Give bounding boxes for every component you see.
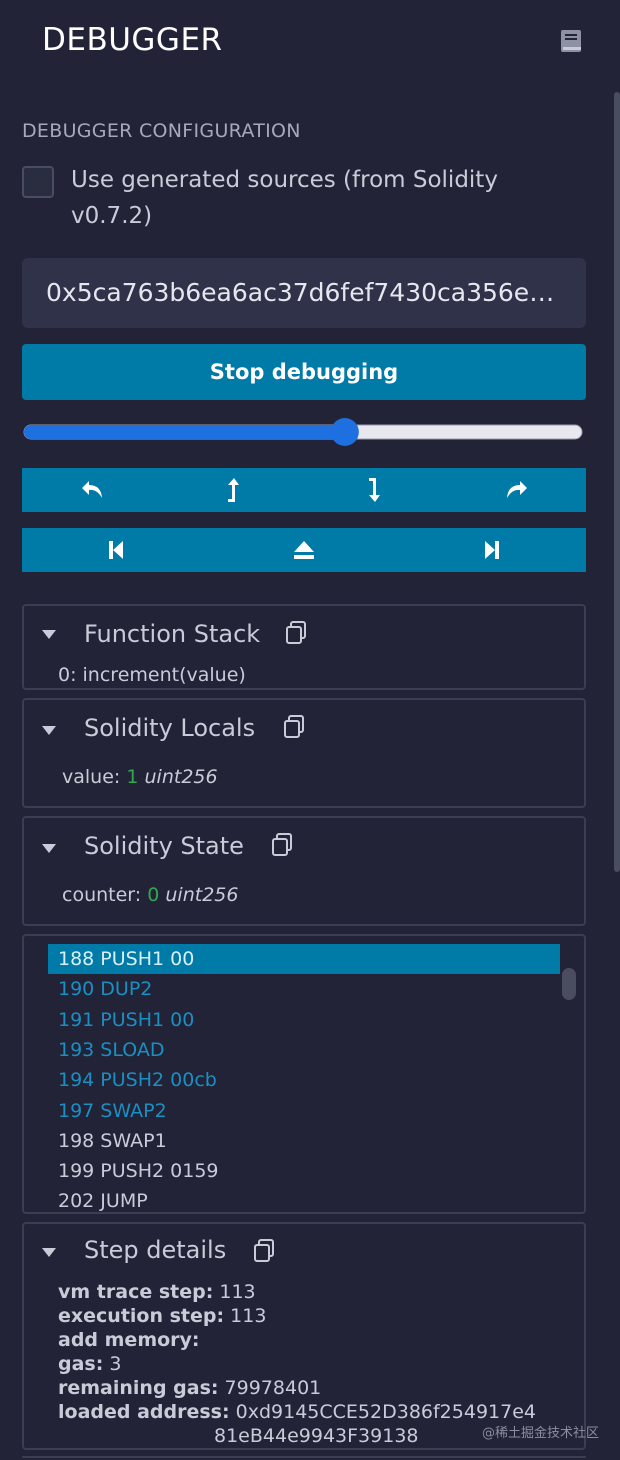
collapse-caret-icon[interactable] [42, 844, 56, 853]
opcode-scrollbar[interactable] [562, 968, 576, 1000]
collapse-caret-icon[interactable] [42, 726, 56, 735]
jump-next-breakpoint-button[interactable] [398, 528, 586, 572]
step-detail-key: add memory: [58, 1329, 200, 1351]
copy-icon[interactable] [252, 1238, 276, 1264]
function-stack-panel: Function Stack 0: increment(value) [22, 604, 586, 690]
local-variable: value: 1 uint256 [62, 766, 218, 788]
opcode-row[interactable]: 199 PUSH2 0159 [48, 1156, 560, 1186]
collapse-caret-icon[interactable] [42, 1248, 56, 1257]
debugger-header: DEBUGGER [0, 0, 620, 86]
copy-icon[interactable] [284, 620, 308, 646]
loaded-address-continuation: 81eB44e9943F39138 [214, 1425, 419, 1447]
step-over-back-button[interactable] [22, 468, 163, 512]
step-detail-key: loaded address: [58, 1401, 230, 1423]
copy-icon[interactable] [270, 832, 294, 858]
step-detail-value: 3 [109, 1353, 122, 1375]
step-navigation-row [22, 468, 586, 512]
step-detail-value: 113 [219, 1281, 256, 1303]
panel-scrollbar[interactable] [614, 92, 620, 872]
step-into-button[interactable] [304, 468, 445, 512]
opcode-list[interactable]: 188 PUSH1 00 190 DUP2 191 PUSH1 00 193 S… [22, 934, 586, 1214]
step-detail-row: remaining gas: 79978401 [58, 1376, 321, 1400]
page-title: DEBUGGER [42, 22, 223, 58]
next-panel-edge [22, 1456, 586, 1460]
step-over-back-icon [81, 481, 102, 498]
local-variable-type: uint256 [144, 766, 218, 788]
jump-out-button[interactable] [210, 528, 398, 572]
step-detail-value: 0xd9145CCE52D386f254917e4 [235, 1401, 536, 1423]
solidity-locals-panel: Solidity Locals value: 1 uint256 [22, 698, 586, 808]
watermark-text: @稀土掘金技术社区 [482, 1426, 600, 1441]
step-details-panel: Step details vm trace step: 113 executio… [22, 1222, 586, 1450]
jump-previous-breakpoint-button[interactable] [22, 528, 210, 572]
step-detail-row: gas: 3 [58, 1352, 121, 1376]
opcode-row[interactable]: 202 JUMP [48, 1186, 560, 1212]
state-variable-name: counter: [62, 884, 142, 906]
solidity-locals-title[interactable]: Solidity Locals [84, 714, 255, 742]
state-variable-value: 0 [147, 884, 160, 906]
jump-next-breakpoint-icon [485, 541, 499, 559]
solidity-state-title[interactable]: Solidity State [84, 832, 244, 860]
step-detail-key: execution step: [58, 1305, 225, 1327]
config-section-title: DEBUGGER CONFIGURATION [22, 120, 301, 142]
step-detail-key: vm trace step: [58, 1281, 214, 1303]
step-slider[interactable] [22, 416, 586, 448]
generated-sources-checkbox[interactable] [22, 166, 54, 198]
opcode-row[interactable]: 191 PUSH1 00 [48, 1005, 560, 1035]
collapse-caret-icon[interactable] [42, 630, 56, 639]
opcode-row[interactable]: 198 SWAP1 [48, 1126, 560, 1156]
step-details-title[interactable]: Step details [84, 1236, 226, 1264]
opcode-row[interactable]: 197 SWAP2 [48, 1096, 560, 1126]
state-variable-type: uint256 [165, 884, 239, 906]
opcode-row-selected[interactable]: 188 PUSH1 00 [48, 944, 560, 974]
opcode-row[interactable]: 194 PUSH2 00cb [48, 1065, 560, 1095]
step-over-forward-icon [506, 481, 527, 498]
step-detail-value: 113 [230, 1305, 267, 1327]
solidity-state-panel: Solidity State counter: 0 uint256 [22, 816, 586, 926]
state-variable: counter: 0 uint256 [62, 884, 238, 906]
local-variable-value: 1 [126, 766, 139, 788]
local-variable-name: value: [62, 766, 121, 788]
opcode-row[interactable]: 193 SLOAD [48, 1035, 560, 1065]
transaction-hash-input[interactable]: 0x5ca763b6ea6ac37d6fef7430ca356ec9a1d2b3 [22, 258, 586, 328]
step-detail-row: vm trace step: 113 [58, 1280, 256, 1304]
step-detail-row: loaded address: 0xd9145CCE52D386f254917e… [58, 1400, 536, 1424]
step-out-button[interactable] [163, 468, 304, 512]
step-detail-row: execution step: 113 [58, 1304, 266, 1328]
step-into-icon [368, 478, 380, 502]
jump-out-icon [294, 541, 314, 559]
function-stack-item: 0: increment(value) [58, 664, 246, 686]
breakpoint-navigation-row [22, 528, 586, 572]
generated-sources-label: Use generated sources (from Solidity v0.… [71, 167, 498, 229]
step-detail-value: 79978401 [224, 1377, 322, 1399]
step-detail-key: remaining gas: [58, 1377, 219, 1399]
jump-previous-breakpoint-icon [109, 541, 123, 559]
stop-debugging-button[interactable]: Stop debugging [22, 344, 586, 400]
book-icon[interactable] [558, 28, 584, 54]
copy-icon[interactable] [282, 714, 306, 740]
function-stack-title[interactable]: Function Stack [84, 620, 260, 648]
step-detail-row: add memory: [58, 1328, 200, 1352]
step-detail-key: gas: [58, 1353, 104, 1375]
opcode-row[interactable]: 190 DUP2 [48, 974, 560, 1004]
step-over-forward-button[interactable] [445, 468, 586, 512]
step-out-icon [227, 478, 239, 502]
